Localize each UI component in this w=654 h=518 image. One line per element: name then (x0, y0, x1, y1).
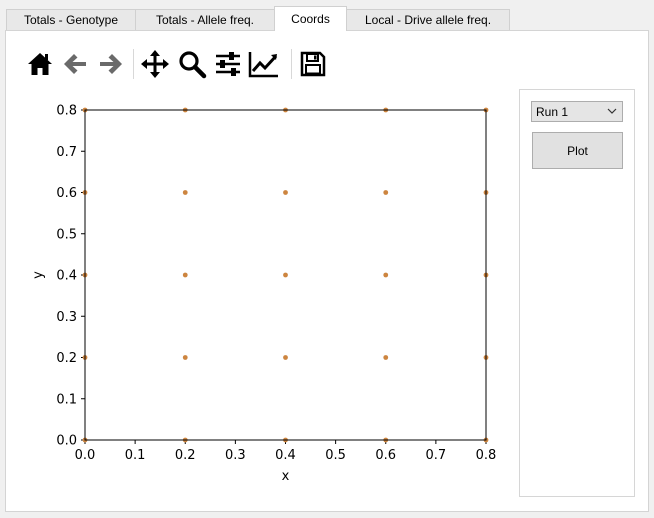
run-select-value: Run 1 (536, 104, 569, 119)
x-tick-label: 0.8 (476, 448, 497, 463)
x-tick-label: 0.6 (375, 448, 396, 463)
back-button[interactable] (59, 46, 91, 82)
tab-local-drive-allele-freq[interactable]: Local - Drive allele freq. (346, 9, 510, 30)
chevron-down-icon (607, 108, 617, 114)
data-point (383, 272, 389, 278)
run-select[interactable]: Run 1 (531, 101, 623, 122)
forward-button[interactable] (95, 46, 127, 82)
plot-button[interactable]: Plot (532, 132, 623, 169)
y-tick-label: 0.1 (56, 392, 77, 407)
x-tick-label: 0.1 (125, 448, 146, 463)
y-tick-label: 0.5 (56, 227, 77, 242)
data-point (283, 355, 288, 360)
tab-coords[interactable]: Coords (274, 6, 347, 31)
configure-subplots-button[interactable] (212, 46, 244, 82)
tab-totals-allele-freq[interactable]: Totals - Allele freq. (135, 9, 275, 30)
y-tick-label: 0.8 (56, 104, 77, 119)
pan-icon (141, 50, 169, 78)
x-tick-label: 0.4 (275, 448, 296, 463)
y-tick-label: 0.6 (56, 186, 77, 201)
forward-arrow-icon (100, 54, 122, 74)
toolbar-separator (133, 49, 134, 79)
toolbar-separator (291, 49, 292, 79)
pan-button[interactable] (139, 46, 171, 82)
data-point (182, 190, 188, 195)
zoom-button[interactable] (176, 46, 208, 82)
home-icon (28, 53, 52, 75)
data-point (383, 190, 389, 195)
zoom-icon (179, 51, 207, 79)
edit-axes-button[interactable] (248, 46, 280, 82)
data-point (283, 190, 288, 195)
data-point (182, 355, 188, 360)
y-axis-label: y (31, 271, 46, 279)
y-tick-label: 0.7 (56, 145, 77, 160)
x-tick-label: 0.5 (325, 448, 346, 463)
save-button[interactable] (297, 46, 329, 82)
save-icon (300, 51, 326, 77)
x-tick-label: 0.7 (426, 448, 447, 463)
back-arrow-icon (64, 54, 86, 74)
edit-axes-icon (248, 52, 278, 78)
tab-totals-genotype[interactable]: Totals - Genotype (6, 9, 136, 30)
data-point (283, 272, 288, 278)
data-point (383, 355, 389, 360)
home-button[interactable] (24, 46, 56, 82)
coords-panel: 0.0 0.1 0.2 0.3 0.4 0.5 0.6 0.7 0.8 0.0 0.1 0.2 0.3 0… (5, 30, 649, 512)
x-axis-label: x (282, 469, 290, 484)
x-tick-label: 0.2 (175, 448, 196, 463)
y-tick-label: 0.2 (56, 351, 77, 366)
x-tick-label: 0.3 (225, 448, 246, 463)
x-tick-label: 0.0 (75, 448, 96, 463)
side-controls: Run 1 Plot (519, 89, 635, 497)
scatter-chart: 0.0 0.1 0.2 0.3 0.4 0.5 0.6 0.7 0.8 0.0 0.1 0.2 0.3 0… (31, 104, 497, 485)
y-tick-label: 0.3 (56, 310, 77, 325)
y-tick-label: 0.4 (56, 269, 77, 284)
y-tick-label: 0.0 (56, 434, 77, 449)
subplots-config-icon (216, 52, 240, 76)
data-point (182, 272, 188, 278)
